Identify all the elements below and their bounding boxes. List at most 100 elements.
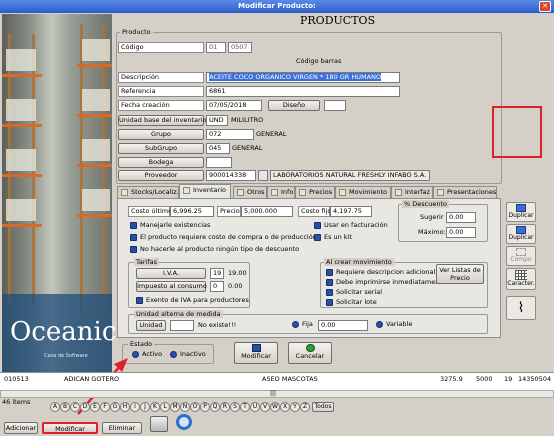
printer-icon[interactable] — [150, 416, 168, 432]
tab-precios[interactable]: Precios — [295, 186, 335, 198]
todos-button[interactable]: Todos — [312, 402, 334, 412]
letter-button-v[interactable]: V — [260, 402, 270, 412]
letter-button-n[interactable]: N — [180, 402, 190, 412]
referencia-field[interactable]: 6861 — [206, 86, 400, 97]
modificar-action-button[interactable]: Modificar — [234, 342, 278, 364]
tab-stocks[interactable]: Stocks/Localiz. — [117, 186, 179, 198]
cancelar-action-button[interactable]: Cancelar — [288, 342, 332, 364]
letter-button-z[interactable]: Z — [300, 402, 310, 412]
letter-button-q[interactable]: Q — [210, 402, 220, 412]
duplicar-button-1[interactable]: Duplicar — [506, 202, 536, 222]
letter-button-h[interactable]: H — [120, 402, 130, 412]
ver-listas-precio-button[interactable]: Ver Listas de Precio — [436, 264, 484, 284]
descripcion-field[interactable]: ACEITE COCO ORGANICO VIRGEN * 180 GR HUM… — [206, 72, 400, 83]
duplicar-button-2[interactable]: Duplicar — [506, 224, 536, 244]
close-button[interactable]: ✕ — [539, 1, 551, 12]
proveedor-button[interactable]: Proveedor — [118, 170, 204, 181]
impuesto-code-field[interactable]: 0 — [210, 281, 224, 292]
unidad-alterna-field[interactable] — [170, 320, 194, 331]
letter-button-m[interactable]: M — [170, 402, 180, 412]
fija-field[interactable]: 0.00 — [318, 320, 368, 331]
subgrupo-code-field[interactable]: 045 — [206, 143, 230, 154]
letter-button-x[interactable]: X — [280, 402, 290, 412]
letter-button-k[interactable]: K — [150, 402, 160, 412]
solicitar-lote-checkbox[interactable] — [326, 299, 333, 306]
tab-presentaciones[interactable]: Presentaciones — [433, 186, 497, 198]
letter-button-d[interactable]: D — [80, 402, 90, 412]
codigo-prefix-field[interactable]: 01 — [206, 42, 226, 53]
horizontal-scrollbar[interactable] — [0, 390, 554, 398]
letter-button-f[interactable]: F — [100, 402, 110, 412]
undo-icon — [305, 344, 315, 352]
precio-field[interactable]: 5,000.000 — [241, 206, 293, 217]
tab-movimiento[interactable]: Movimiento — [335, 186, 391, 198]
letter-button-a[interactable]: A — [50, 402, 60, 412]
grupo-code-field[interactable]: 072 — [206, 129, 254, 140]
modificar-button[interactable]: Modificar — [42, 422, 98, 434]
bodega-button[interactable]: Bodega — [118, 157, 204, 168]
grupo-button[interactable]: Grupo — [118, 129, 204, 140]
tab-inventario[interactable]: Inventario — [179, 184, 231, 198]
usar-facturacion-checkbox[interactable] — [314, 222, 321, 229]
letter-button-c[interactable]: C — [70, 402, 80, 412]
letter-button-b[interactable]: B — [60, 402, 70, 412]
tab-info[interactable]: Info — [267, 186, 295, 198]
letter-button-j[interactable]: J — [140, 402, 150, 412]
maximo-field[interactable]: 0.00 — [446, 227, 476, 238]
unidad-alterna-button[interactable]: Unidad — [136, 320, 166, 331]
iva-code-field[interactable]: 19 — [210, 268, 224, 279]
fecha-field[interactable]: 07/05/2018 — [206, 100, 262, 111]
letter-button-p[interactable]: P — [200, 402, 210, 412]
letter-button-u[interactable]: U — [250, 402, 260, 412]
impuesto-consumo-button[interactable]: Impuesto al consumo — [136, 281, 207, 292]
exento-iva-checkbox[interactable] — [136, 297, 143, 304]
compo-button[interactable]: Compo — [506, 246, 536, 266]
unidad-code-field[interactable]: UND — [206, 115, 228, 126]
caracter-button[interactable]: Caracter. — [506, 268, 536, 290]
attach-button[interactable]: ⌇ — [506, 296, 536, 320]
costo-ultimo-field[interactable]: 6,996.25 — [170, 206, 214, 217]
costo-fijo-field[interactable]: 4,197.75 — [330, 206, 372, 217]
variable-radio[interactable] — [376, 321, 383, 328]
unidad-base-button[interactable]: Unidad base del inventario — [118, 115, 206, 126]
letter-button-t[interactable]: T — [240, 402, 250, 412]
solicitar-serial-checkbox[interactable] — [326, 289, 333, 296]
letter-button-w[interactable]: W — [270, 402, 280, 412]
list-row-v3: 19 — [504, 375, 513, 383]
manejarle-existencias-checkbox[interactable] — [130, 222, 137, 229]
sugerir-field[interactable]: 0.00 — [446, 212, 476, 223]
tab-otros[interactable]: Otros — [233, 186, 267, 198]
subgrupo-button[interactable]: SubGrupo — [118, 143, 204, 154]
fija-radio[interactable] — [292, 321, 299, 328]
letter-button-l[interactable]: L — [160, 402, 170, 412]
eliminar-button[interactable]: Eliminar — [102, 422, 142, 434]
bodega-field[interactable] — [206, 157, 232, 168]
letter-button-e[interactable]: E — [90, 402, 100, 412]
inactivo-radio[interactable] — [170, 351, 177, 358]
tab-interfaz[interactable]: Interfaz — [391, 186, 433, 198]
letter-button-r[interactable]: R — [220, 402, 230, 412]
product-group-title: Producto — [120, 28, 153, 36]
letter-button-i[interactable]: I — [130, 402, 140, 412]
search-icon[interactable] — [176, 414, 192, 430]
codigo-value-field[interactable]: 0507 — [228, 42, 252, 53]
no-descuento-checkbox[interactable] — [130, 246, 137, 253]
list-row-code[interactable]: 010513 — [4, 375, 29, 384]
proveedor-code-field[interactable]: 900014338 — [206, 170, 256, 181]
proveedor-lookup-icon[interactable] — [258, 170, 268, 181]
requiere-costo-checkbox[interactable] — [130, 234, 137, 241]
list-row-name[interactable]: ADICAN GOTERO — [64, 375, 119, 384]
letter-button-g[interactable]: G — [110, 402, 120, 412]
letter-button-y[interactable]: Y — [290, 402, 300, 412]
diseno-field[interactable] — [324, 100, 346, 111]
adicionar-button[interactable]: Adicionar — [4, 422, 38, 434]
inactivo-label: Inactivo — [180, 350, 206, 358]
diseno-button[interactable]: Diseño — [268, 100, 320, 111]
iva-button[interactable]: I.V.A. — [136, 268, 206, 279]
requiere-descripcion-checkbox[interactable] — [326, 269, 333, 276]
debe-imprimirse-checkbox[interactable] — [326, 279, 333, 286]
es-kit-checkbox[interactable] — [314, 234, 321, 241]
letter-button-s[interactable]: S — [230, 402, 240, 412]
scrollbar-grip[interactable]: ||| — [270, 389, 276, 398]
letter-button-o[interactable]: O — [190, 402, 200, 412]
